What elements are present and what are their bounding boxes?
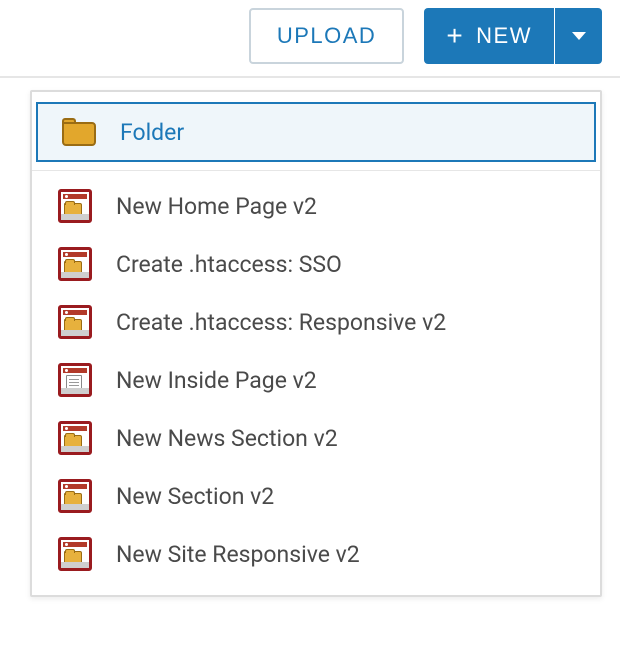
new-label: NEW <box>476 23 532 49</box>
menu-item-label: New Inside Page v2 <box>116 367 317 394</box>
new-button-group: + NEW <box>424 8 602 64</box>
menu-item[interactable]: New Section v2 <box>32 467 600 525</box>
menu-item-label: New Section v2 <box>116 483 274 510</box>
template-folder-icon <box>58 537 92 571</box>
menu-separator <box>32 170 600 171</box>
new-dropdown-toggle[interactable] <box>554 8 602 64</box>
menu-item-label: New News Section v2 <box>116 425 338 452</box>
template-page-icon <box>58 363 92 397</box>
template-folder-icon <box>58 247 92 281</box>
menu-item[interactable]: New Site Responsive v2 <box>32 525 600 583</box>
menu-item-label: Folder <box>120 119 184 146</box>
new-button[interactable]: + NEW <box>424 8 554 64</box>
menu-item-label: Create .htaccess: Responsive v2 <box>116 309 446 336</box>
template-folder-icon <box>58 305 92 339</box>
menu-item-label: Create .htaccess: SSO <box>116 251 342 278</box>
template-folder-icon <box>58 189 92 223</box>
menu-item[interactable]: Create .htaccess: Responsive v2 <box>32 293 600 351</box>
menu-item-label: New Home Page v2 <box>116 193 317 220</box>
menu-item[interactable]: New News Section v2 <box>32 409 600 467</box>
upload-label: UPLOAD <box>277 23 376 49</box>
menu-item[interactable]: Create .htaccess: SSO <box>32 235 600 293</box>
new-dropdown-menu: Folder New Home Page v2 Create .htaccess… <box>30 90 602 597</box>
upload-button[interactable]: UPLOAD <box>249 8 404 64</box>
toolbar: UPLOAD + NEW <box>0 0 620 78</box>
folder-icon <box>62 118 96 146</box>
menu-item-label: New Site Responsive v2 <box>116 541 360 568</box>
menu-item[interactable]: New Home Page v2 <box>32 177 600 235</box>
chevron-down-icon <box>572 32 586 40</box>
template-folder-icon <box>58 479 92 513</box>
template-folder-icon <box>58 421 92 455</box>
menu-item[interactable]: New Inside Page v2 <box>32 351 600 409</box>
plus-icon: + <box>446 22 464 50</box>
menu-item-folder[interactable]: Folder <box>36 102 596 162</box>
